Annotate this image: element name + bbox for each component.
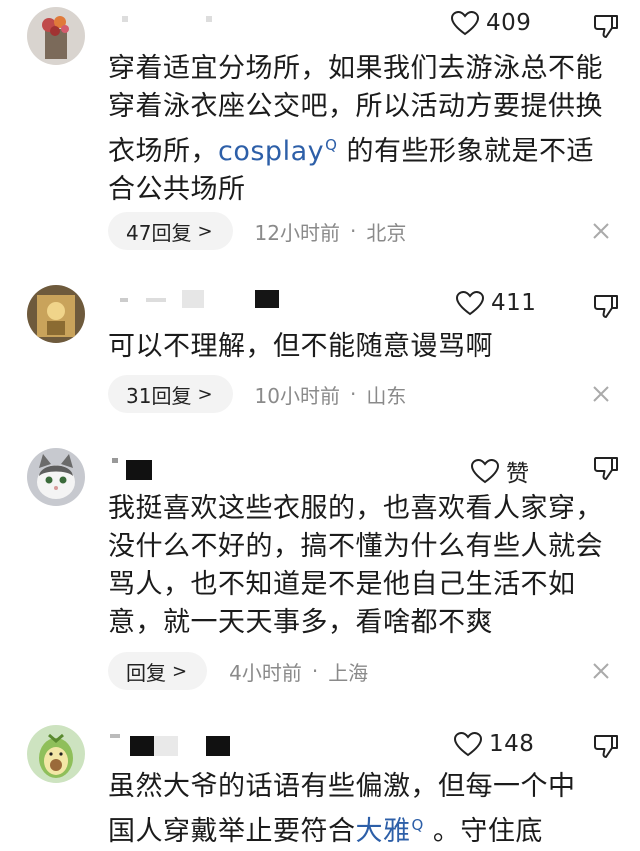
keyword-link[interactable]: 大雅 — [356, 816, 411, 847]
dislike-button[interactable] — [592, 292, 620, 320]
heart-outline-icon — [450, 10, 480, 36]
comment-meta: 31回复 > 10小时前 · 山东 — [108, 375, 406, 413]
dislike-button[interactable] — [592, 454, 620, 482]
username-redacted[interactable] — [110, 10, 310, 32]
dislike-button[interactable] — [592, 732, 620, 760]
reply-label: 回复 — [126, 660, 166, 685]
reply-button[interactable]: 47回复 > — [108, 212, 233, 250]
avatar[interactable] — [27, 285, 85, 343]
thumbs-down-icon — [594, 15, 618, 38]
search-mark-icon: Q — [325, 136, 338, 154]
comment-item: 409 穿着适宜分场所，如果我们去游泳总不能穿着泳衣座公交吧，所以活动方要提供换… — [0, 0, 640, 270]
comment-meta: 回复 > 4小时前 · 上海 — [108, 652, 368, 690]
comment-item: 148 虽然大爷的话语有些偏激，但每一个中国人穿戴举止要符合大雅Q 。守住底 — [0, 710, 640, 847]
reply-label: 31回复 — [126, 383, 192, 408]
username-redacted[interactable] — [110, 730, 310, 756]
dismiss-button[interactable] — [592, 222, 610, 240]
like-button[interactable]: 409 — [450, 10, 531, 36]
comment-time: 12小时前 — [254, 220, 340, 245]
dismiss-button[interactable] — [592, 385, 610, 403]
comment-text: 虽然大爷的话语有些偏激，但每一个中国人穿戴举止要符合大雅Q 。守住底 — [108, 768, 598, 851]
like-count: 409 — [486, 10, 532, 36]
comment-text: 穿着适宜分场所，如果我们去游泳总不能穿着泳衣座公交吧，所以活动方要提供换衣场所，… — [108, 50, 614, 209]
search-mark-icon: Q — [411, 816, 424, 834]
reply-button[interactable]: 回复 > — [108, 652, 208, 690]
comment-text: 可以不理解，但不能随意谩骂啊 — [108, 331, 493, 362]
like-button[interactable]: 赞 — [470, 454, 530, 488]
like-button[interactable]: 411 — [455, 290, 536, 316]
comment-item: 411 可以不理解，但不能随意谩骂啊 31回复 > 10小时前 · 山东 — [0, 270, 640, 430]
thumbs-down-icon — [594, 295, 618, 318]
dislike-button[interactable] — [592, 12, 620, 40]
chevron-right-icon: > — [172, 660, 188, 682]
reply-label: 47回复 — [126, 220, 192, 245]
thumbs-down-icon — [594, 735, 618, 758]
heart-outline-icon — [453, 731, 483, 757]
close-icon — [593, 663, 609, 679]
comment-time: 10小时前 — [254, 383, 340, 408]
avatar[interactable] — [27, 725, 85, 783]
like-count: 411 — [491, 290, 537, 316]
comment-time: 4小时前 — [229, 660, 302, 685]
chevron-right-icon: > — [197, 383, 213, 405]
heart-outline-icon — [470, 458, 500, 484]
username-redacted[interactable] — [110, 458, 310, 480]
dismiss-button[interactable] — [592, 662, 610, 680]
reply-button[interactable]: 31回复 > — [108, 375, 233, 413]
avatar[interactable] — [27, 7, 85, 65]
meta-separator: · — [311, 659, 319, 683]
chevron-right-icon: > — [197, 220, 213, 242]
comment-meta: 47回复 > 12小时前 · 北京 — [108, 212, 406, 250]
comment-location: 上海 — [328, 660, 369, 685]
username-redacted[interactable] — [110, 290, 310, 312]
comment-location: 北京 — [366, 220, 407, 245]
comment-location: 山东 — [366, 383, 407, 408]
meta-separator: · — [350, 382, 357, 406]
thumbs-down-icon — [594, 457, 618, 480]
like-label: 赞 — [506, 461, 530, 487]
comment-item: 赞 我挺喜欢这些衣服的，也喜欢看人家穿，没什么不好的，搞不懂为什么有些人就会骂人… — [0, 430, 640, 710]
heart-outline-icon — [455, 290, 485, 316]
like-button[interactable]: 148 — [453, 731, 534, 757]
keyword-link[interactable]: cosplay — [218, 136, 324, 167]
like-count: 148 — [489, 731, 535, 757]
close-icon — [593, 223, 609, 239]
comment-text-part: 。守住底 — [423, 816, 543, 847]
meta-separator: · — [350, 219, 357, 243]
comment-text: 我挺喜欢这些衣服的，也喜欢看人家穿，没什么不好的，搞不懂为什么有些人就会骂人，也… — [108, 493, 603, 638]
avatar[interactable] — [27, 448, 85, 506]
close-icon — [593, 386, 609, 402]
